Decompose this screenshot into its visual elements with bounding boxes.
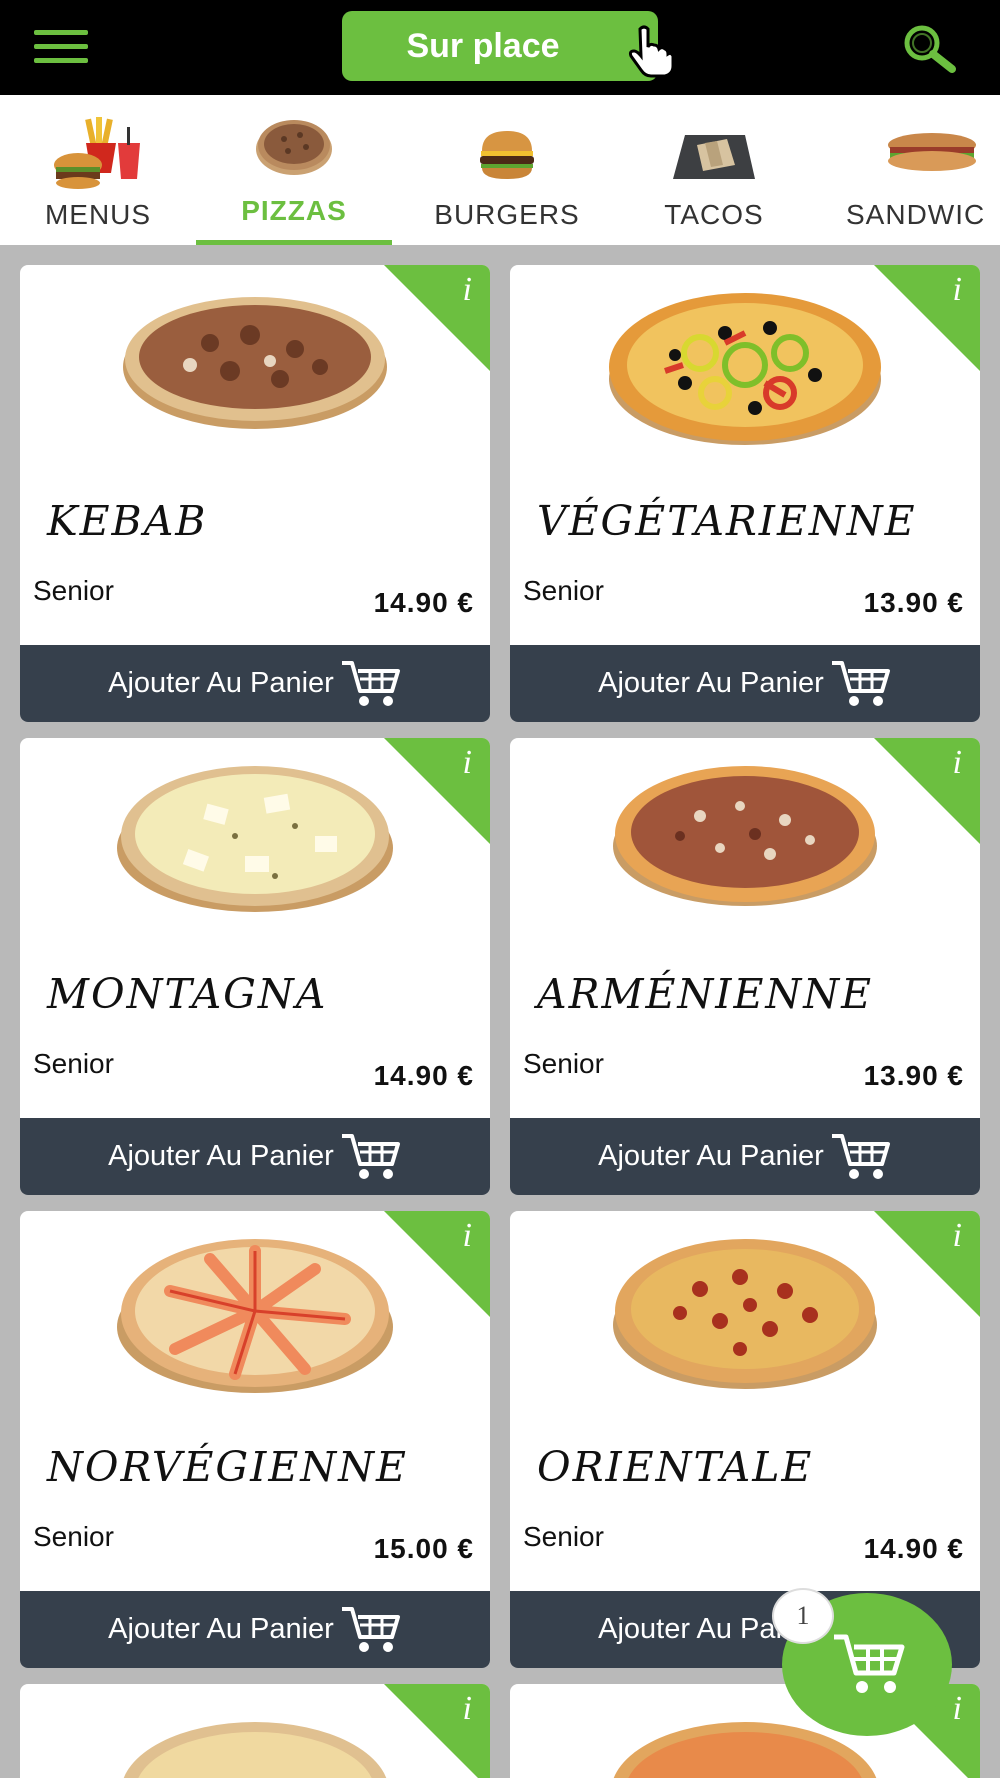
pizza-kebab-image xyxy=(123,297,387,429)
product-name: ARMÉNIENNE xyxy=(537,970,874,1018)
product-card[interactable]: i KEBAB Senior 14.90 € Ajouter Au Panier xyxy=(20,265,490,722)
product-size: Senior xyxy=(33,1048,114,1079)
product-card-partial[interactable]: i xyxy=(20,1684,490,1778)
category-menus[interactable]: MENUS xyxy=(8,95,188,245)
burgers-thumbnail-icon xyxy=(480,131,534,179)
cart-count-badge: 1 xyxy=(772,1588,834,1644)
product-name: VÉGÉTARIENNE xyxy=(537,497,917,545)
product-price: 13.90 € xyxy=(863,587,964,618)
add-to-cart-label: Ajouter Au Panier xyxy=(598,1140,824,1172)
category-label: MENUS xyxy=(44,199,152,230)
category-sandwiches[interactable]: SANDWIC xyxy=(842,95,1000,245)
pizza-norvegienne-image xyxy=(117,1239,393,1393)
info-ribbon xyxy=(874,738,980,844)
category-tacos[interactable]: TACOS xyxy=(626,95,802,245)
cart-icon xyxy=(341,1133,400,1179)
cart-icon xyxy=(341,660,400,706)
product-card[interactable]: i ARMÉNIENNE Senior 13.90 € Ajouter Au P… xyxy=(510,738,980,1195)
category-label: TACOS xyxy=(664,199,764,230)
info-icon[interactable]: i xyxy=(953,744,962,782)
pizza-image-partial xyxy=(123,1722,387,1778)
add-to-cart-label: Ajouter Au Panier xyxy=(598,667,824,699)
add-to-cart-label: Ajouter Au Panier xyxy=(108,1613,334,1645)
info-ribbon xyxy=(384,1684,490,1778)
dine-in-label: Sur place xyxy=(406,26,560,65)
dine-in-button[interactable]: Sur place xyxy=(342,11,675,81)
product-name: MONTAGNA xyxy=(47,970,328,1018)
active-category-underline xyxy=(196,240,392,245)
product-card[interactable]: i NORVÉGIENNE Senior 15.00 € Ajouter Au … xyxy=(20,1211,490,1668)
info-ribbon xyxy=(874,265,980,371)
pizzas-thumbnail-icon xyxy=(256,120,332,175)
product-name: KEBAB xyxy=(47,497,208,545)
product-price: 14.90 € xyxy=(373,587,474,618)
product-price: 15.00 € xyxy=(373,1533,474,1564)
add-to-cart-button[interactable]: Ajouter Au Panier xyxy=(20,1591,490,1668)
hamburger-menu-icon[interactable] xyxy=(34,30,88,64)
info-ribbon xyxy=(384,1211,490,1317)
product-card[interactable]: i MONTAGNA Senior 14.90 € Ajouter Au Pan… xyxy=(20,738,490,1195)
cart-icon xyxy=(831,660,890,706)
sandwiches-thumbnail-icon xyxy=(888,133,976,171)
search-icon[interactable] xyxy=(898,22,960,74)
info-ribbon xyxy=(384,738,490,844)
category-label: SANDWIC xyxy=(846,199,986,230)
add-to-cart-button[interactable]: Ajouter Au Panier xyxy=(20,1118,490,1195)
product-size: Senior xyxy=(523,1048,604,1079)
product-price: 14.90 € xyxy=(373,1060,474,1091)
pointer-hand-icon xyxy=(628,25,675,78)
add-to-cart-button[interactable]: Ajouter Au Panier xyxy=(510,1118,980,1195)
category-pizzas[interactable]: PIZZAS xyxy=(196,95,392,245)
top-bar: Sur place xyxy=(0,0,1000,95)
info-icon[interactable]: i xyxy=(953,1217,962,1255)
info-ribbon xyxy=(384,265,490,371)
cart-icon xyxy=(834,1634,905,1693)
product-name: NORVÉGIENNE xyxy=(47,1443,408,1491)
add-to-cart-label: Ajouter Au Panier xyxy=(108,1140,334,1172)
cart-icon xyxy=(831,1133,890,1179)
product-name: ORIENTALE xyxy=(537,1443,814,1491)
category-burgers[interactable]: BURGERS xyxy=(418,95,596,245)
product-card[interactable]: i VÉGÉTARIENNE Senior 13.90 € Ajouter Au… xyxy=(510,265,980,722)
info-icon[interactable]: i xyxy=(953,271,962,309)
product-size: Senior xyxy=(523,1521,604,1552)
tacos-thumbnail-icon xyxy=(673,135,755,179)
pizza-armenienne-image xyxy=(613,766,877,906)
info-icon[interactable]: i xyxy=(953,1690,962,1728)
add-to-cart-button[interactable]: Ajouter Au Panier xyxy=(510,645,980,722)
category-bar: MENUS PIZZAS BURGERS TACOS SANDWIC xyxy=(0,95,1000,245)
category-label: BURGERS xyxy=(434,199,580,230)
product-price: 13.90 € xyxy=(863,1060,964,1091)
cart-icon xyxy=(341,1606,400,1652)
add-to-cart-button[interactable]: Ajouter Au Panier xyxy=(20,645,490,722)
info-icon[interactable]: i xyxy=(463,271,472,309)
add-to-cart-label: Ajouter Au Panier xyxy=(108,667,334,699)
pizza-vegetarienne-image xyxy=(609,293,881,445)
product-card[interactable]: i ORIENTALE Senior 14.90 € Ajouter Au Pa… xyxy=(510,1211,980,1668)
pizza-orientale-image xyxy=(613,1239,877,1389)
product-price: 14.90 € xyxy=(863,1533,964,1564)
menus-thumbnail-icon xyxy=(54,117,140,189)
product-size: Senior xyxy=(523,575,604,606)
info-ribbon xyxy=(874,1211,980,1317)
info-icon[interactable]: i xyxy=(463,744,472,782)
pizza-montagna-image xyxy=(117,766,393,912)
info-icon[interactable]: i xyxy=(463,1690,472,1728)
product-size: Senior xyxy=(33,575,114,606)
product-size: Senior xyxy=(33,1521,114,1552)
category-label: PIZZAS xyxy=(241,195,347,226)
info-icon[interactable]: i xyxy=(463,1217,472,1255)
